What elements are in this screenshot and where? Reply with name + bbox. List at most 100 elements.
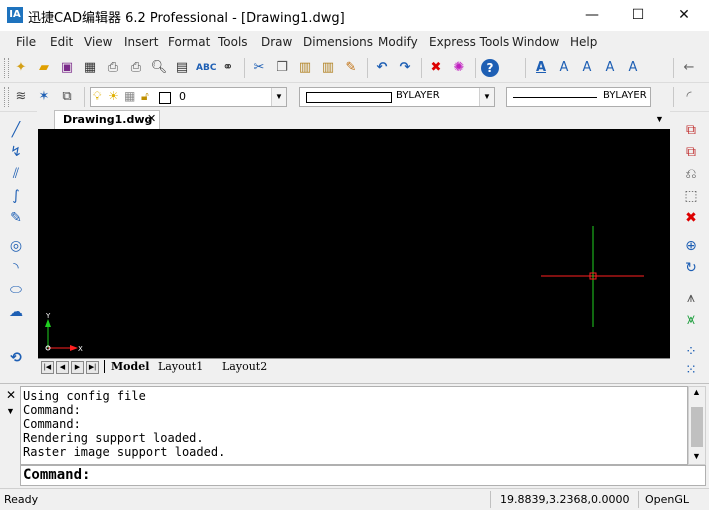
text-style-icon[interactable]: A <box>532 59 550 77</box>
menu-dimensions[interactable]: Dimensions <box>303 35 373 49</box>
tab-drawing1[interactable]: Drawing1.dwg ✕ <box>54 110 160 129</box>
menu-draw[interactable]: Draw <box>261 35 292 49</box>
menu-modify[interactable]: Modify <box>378 35 418 49</box>
polyline-icon[interactable]: ↯ <box>6 142 26 162</box>
arrow-left-icon[interactable]: ← <box>680 59 698 77</box>
paste-icon[interactable]: ▥ <box>296 59 314 77</box>
lineweight-dropdown[interactable]: BYLAYER <box>506 87 651 107</box>
open-folder-icon[interactable]: ▰ <box>35 59 53 77</box>
array-icon[interactable]: ⬚ <box>681 186 701 206</box>
regen-icon[interactable]: ⟲ <box>6 348 26 368</box>
print-icon[interactable]: ⎙ <box>104 59 122 77</box>
line-icon[interactable]: ╱ <box>6 120 26 140</box>
command-line: Command: <box>23 417 81 431</box>
close-button[interactable]: ✕ <box>661 0 707 31</box>
mirror-copy-icon[interactable]: ⧉ <box>681 142 701 162</box>
menu-tools[interactable]: Tools <box>218 35 248 49</box>
trim-icon[interactable]: ⁙ <box>681 360 701 380</box>
scroll-down-icon[interactable]: ▼ <box>692 451 701 461</box>
delete-icon[interactable]: ✖ <box>681 208 701 228</box>
linetype-swatch <box>306 92 392 103</box>
linetype-dropdown[interactable]: BYLAYER ▼ <box>299 87 495 107</box>
purge-icon[interactable]: ✺ <box>450 59 468 77</box>
menu-window[interactable]: Window <box>512 35 559 49</box>
scroll-up-icon[interactable]: ▲ <box>692 387 701 397</box>
menu-insert[interactable]: Insert <box>124 35 158 49</box>
match-properties-icon[interactable]: ✎ <box>342 59 360 77</box>
circle-icon[interactable]: ◎ <box>6 236 26 256</box>
redo-icon[interactable]: ↷ <box>396 59 414 77</box>
new-file-icon[interactable]: ✦ <box>12 59 30 77</box>
copy-object-icon[interactable]: ⧉ <box>681 120 701 140</box>
menu-file[interactable]: File <box>16 35 36 49</box>
maximize-button[interactable]: ☐ <box>615 0 661 31</box>
menu-edit[interactable]: Edit <box>50 35 73 49</box>
first-tab-icon[interactable]: |◀ <box>41 361 54 374</box>
mirror-icon[interactable]: ⩚ <box>681 288 701 308</box>
layers-icon[interactable]: ≋ <box>12 88 30 106</box>
layer-previous-icon[interactable]: ⧉ <box>58 88 76 106</box>
copy-icon[interactable]: ❐ <box>273 59 291 77</box>
next-tab-icon[interactable]: ▶ <box>71 361 84 374</box>
find-text-icon[interactable]: A <box>624 59 642 77</box>
stretch-icon[interactable]: ⁘ <box>681 342 701 362</box>
command-input[interactable]: Command: <box>20 465 706 486</box>
tab-layout1[interactable]: Layout1 <box>158 360 203 373</box>
move-icon[interactable]: ⊕ <box>681 236 701 256</box>
spline-icon[interactable]: ∫ <box>6 186 26 206</box>
ellipse-icon[interactable]: ⬭ <box>6 280 26 300</box>
revision-cloud-icon[interactable]: ☁ <box>6 302 26 322</box>
toolbar-grip[interactable] <box>4 87 9 107</box>
standard-toolbar: ✦ ▰ ▣ ▦ ⎙ ⎙ 🔍︎ ▤ ABC ⚭ ✂ ❐ ▥ ▥ ✎ ↶ ↷ ✖ ✺… <box>0 54 709 83</box>
multiline-icon[interactable]: ⫽ <box>6 164 26 184</box>
undo-icon[interactable]: ↶ <box>373 59 391 77</box>
toolbar-grip[interactable] <box>4 58 9 78</box>
scroll-thumb[interactable] <box>691 407 703 447</box>
menu-express-tools[interactable]: Express Tools <box>429 35 509 49</box>
edit-text-icon[interactable]: A <box>578 59 596 77</box>
chevron-down-icon[interactable]: ▼ <box>271 88 286 106</box>
erase-icon[interactable]: ✖ <box>427 59 445 77</box>
tab-model[interactable]: Model <box>104 360 149 373</box>
find-binoculars-icon[interactable]: ⚭ <box>219 59 237 77</box>
print-preview-icon[interactable]: 🔍︎ <box>150 59 168 77</box>
spell-check-icon[interactable]: ABC <box>196 59 216 77</box>
sketch-icon[interactable]: ✎ <box>6 208 26 228</box>
text-fit-icon[interactable]: A <box>601 59 619 77</box>
drawing-canvas[interactable]: Y X <box>38 129 670 358</box>
status-bar: Ready 19.8839,3.2368,0.0000 OpenGL <box>0 488 709 510</box>
menu-format[interactable]: Format <box>168 35 210 49</box>
paste-special-icon[interactable]: ▥ <box>319 59 337 77</box>
arc-icon[interactable]: ◝ <box>6 258 26 278</box>
chevron-down-icon[interactable]: ▼ <box>655 114 664 124</box>
layer-state-icon[interactable]: ✶ <box>35 88 53 106</box>
arc-icon[interactable]: ◜ <box>680 88 698 106</box>
close-icon[interactable]: ✕ <box>6 388 16 402</box>
tab-layout2[interactable]: Layout2 <box>222 360 267 373</box>
batch-icon[interactable]: ▦ <box>81 59 99 77</box>
scale-icon[interactable]: ⩙ <box>681 310 701 330</box>
document-tab-bar: Drawing1.dwg ✕ ▼ <box>37 110 670 129</box>
command-scrollbar[interactable]: ▲ ▼ <box>688 386 706 465</box>
close-icon[interactable]: ✕ <box>147 112 156 125</box>
crosshair-cursor <box>541 226 644 327</box>
cut-icon[interactable]: ✂ <box>250 59 268 77</box>
lightbulb-icon: 💡︎ <box>93 89 102 103</box>
single-line-text-icon[interactable]: A <box>555 59 573 77</box>
menu-help[interactable]: Help <box>570 35 597 49</box>
publish-icon[interactable]: ▤ <box>173 59 191 77</box>
layer-dropdown[interactable]: 💡︎ ☀ ▦ 🔓︎ 0 ▼ <box>90 87 287 107</box>
minimize-button[interactable]: — <box>569 0 615 31</box>
chevron-down-icon[interactable]: ▼ <box>479 88 494 106</box>
chevron-down-icon[interactable]: ▼ <box>6 406 15 416</box>
save-icon[interactable]: ▣ <box>58 59 76 77</box>
plot-icon[interactable]: ⎙ <box>127 59 145 77</box>
sun-icon: ☀ <box>108 89 119 103</box>
menu-view[interactable]: View <box>84 35 112 49</box>
last-tab-icon[interactable]: ▶| <box>86 361 99 374</box>
ucs-x-label: X <box>78 345 83 353</box>
offset-icon[interactable]: ⎌ <box>681 164 701 184</box>
prev-tab-icon[interactable]: ◀ <box>56 361 69 374</box>
help-icon[interactable]: ? <box>481 59 499 77</box>
rotate-icon[interactable]: ↻ <box>681 258 701 278</box>
